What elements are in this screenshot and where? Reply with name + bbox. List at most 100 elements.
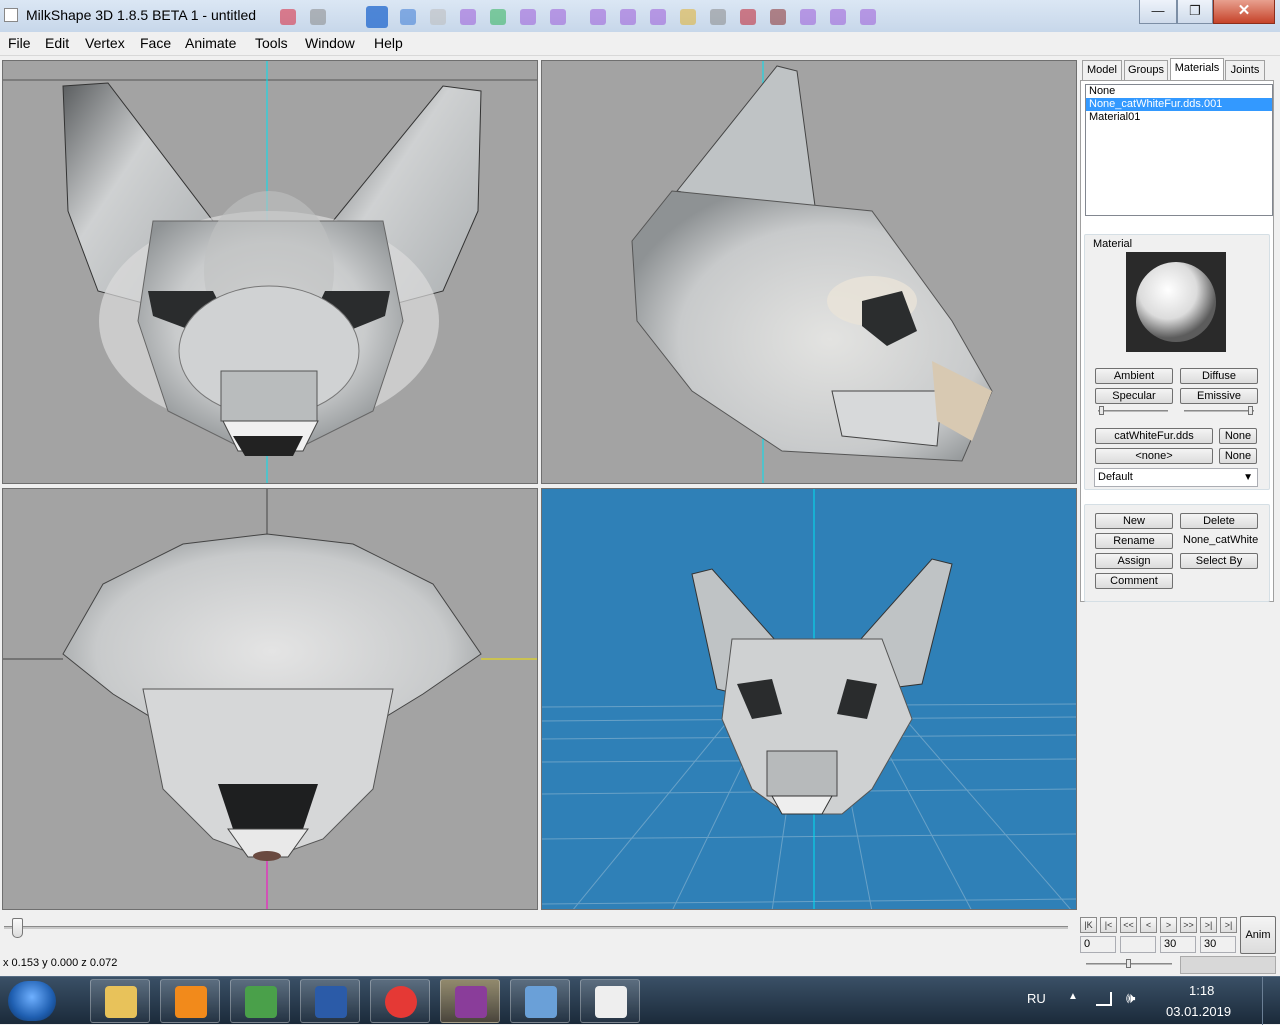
minimize-button[interactable]: — — [1139, 0, 1177, 24]
perspective-view-model — [542, 489, 1076, 909]
menu-vertex[interactable]: Vertex — [84, 35, 126, 51]
menu-animate[interactable]: Animate — [184, 35, 237, 51]
menu-tools[interactable]: Tools — [254, 35, 289, 51]
viewport-top[interactable] — [2, 488, 538, 910]
last-frame-button[interactable]: >| — [1220, 917, 1237, 933]
menu-window[interactable]: Window — [304, 35, 356, 51]
list-item[interactable]: Material01 — [1086, 111, 1272, 124]
rename-material-button[interactable]: Rename — [1095, 533, 1173, 549]
clock-date[interactable]: 03.01.2019 — [1166, 1004, 1231, 1019]
prev-key-button[interactable]: |< — [1100, 917, 1117, 933]
side-view-model — [631, 61, 993, 483]
fast-forward-button[interactable]: >> — [1180, 917, 1197, 933]
material-name-field[interactable]: None_catWhite — [1179, 532, 1259, 549]
taskbar: RU ▲ 🕪 1:18 03.01.2019 — [0, 976, 1280, 1025]
assign-material-button[interactable]: Assign — [1095, 553, 1173, 569]
menu-help[interactable]: Help — [373, 35, 404, 51]
transparency-slider[interactable] — [1184, 410, 1254, 412]
show-desktop-button[interactable] — [1262, 977, 1280, 1025]
background-toolbar-icons — [280, 6, 940, 28]
yandex-browser-taskbar-button[interactable] — [370, 979, 430, 1023]
first-frame-button[interactable]: |K — [1080, 917, 1097, 933]
tray-expand-icon[interactable]: ▲ — [1068, 991, 1078, 1002]
start-button[interactable] — [8, 981, 56, 1021]
menu-bar: File Edit Vertex Face Animate Tools Wind… — [0, 32, 1280, 56]
milkshape-icon — [595, 986, 627, 1018]
texture-button[interactable]: catWhiteFur.dds — [1095, 428, 1213, 444]
title-bar: MilkShape 3D 1.8.5 BETA 1 - untitled — ❐… — [0, 0, 1280, 32]
shininess-slider[interactable] — [1098, 410, 1168, 412]
media-player-taskbar-button[interactable] — [160, 979, 220, 1023]
word-taskbar-button[interactable] — [300, 979, 360, 1023]
frame-end-field[interactable]: 30 — [1200, 936, 1236, 953]
tab-materials[interactable]: Materials — [1170, 58, 1224, 80]
cursor-coordinates: x 0.153 y 0.000 z 0.072 — [3, 957, 118, 969]
menu-edit[interactable]: Edit — [44, 35, 70, 51]
texture-none-button[interactable]: None — [1219, 428, 1257, 444]
alphamap-none-button[interactable]: None — [1219, 448, 1257, 464]
frame-blank-field[interactable] — [1120, 936, 1156, 953]
material-group-label: Material — [1092, 238, 1134, 250]
app-icon — [4, 8, 18, 22]
new-material-button[interactable]: New — [1095, 513, 1173, 529]
timeline — [0, 912, 1076, 952]
diffuse-button[interactable]: Diffuse — [1180, 368, 1258, 384]
alphamap-button[interactable]: <none> — [1095, 448, 1213, 464]
tab-groups[interactable]: Groups — [1124, 60, 1168, 80]
material-preview — [1126, 252, 1226, 352]
speed-slider-thumb[interactable] — [1126, 959, 1131, 968]
frame-start-field[interactable]: 0 — [1080, 936, 1116, 953]
top-view-model — [3, 489, 537, 909]
material-sphere — [1136, 262, 1216, 342]
next-frame-button[interactable]: > — [1160, 917, 1177, 933]
prev-frame-button[interactable]: < — [1140, 917, 1157, 933]
timeline-slider-thumb[interactable] — [12, 918, 23, 938]
winrar-taskbar-button[interactable] — [440, 979, 500, 1023]
ambient-button[interactable]: Ambient — [1095, 368, 1173, 384]
explorer-taskbar-button[interactable] — [90, 979, 150, 1023]
shininess-slider-thumb[interactable] — [1099, 406, 1104, 415]
winrar-icon — [455, 986, 487, 1018]
signal-icon[interactable] — [1096, 992, 1112, 1006]
tab-model[interactable]: Model — [1082, 60, 1122, 80]
specular-button[interactable]: Specular — [1095, 388, 1173, 404]
animation-controls: |K |< << < > >> >| >| 0 30 30 Anim — [1078, 912, 1280, 974]
tab-joints[interactable]: Joints — [1225, 60, 1265, 80]
progress-area — [1180, 956, 1276, 974]
select-by-material-button[interactable]: Select By — [1180, 553, 1258, 569]
folder-icon — [105, 986, 137, 1018]
viewport-3d[interactable] — [541, 488, 1077, 910]
language-indicator[interactable]: RU — [1027, 991, 1046, 1006]
next-key-button[interactable]: >| — [1200, 917, 1217, 933]
emissive-button[interactable]: Emissive — [1180, 388, 1258, 404]
viewport-front[interactable] — [2, 60, 538, 484]
materials-list[interactable]: None None_catWhiteFur.dds.001 Material01 — [1085, 84, 1273, 216]
mode-select[interactable]: Default ▼ — [1094, 468, 1258, 487]
network-taskbar-button[interactable] — [510, 979, 570, 1023]
viewport-side[interactable] — [541, 60, 1077, 484]
materials-panel: Model Groups Materials Joints None None_… — [1080, 58, 1280, 910]
yandex-icon — [385, 986, 417, 1018]
frame-current-field[interactable]: 30 — [1160, 936, 1196, 953]
list-item-selected[interactable]: None_catWhiteFur.dds.001 — [1086, 98, 1272, 111]
delete-material-button[interactable]: Delete — [1180, 513, 1258, 529]
rewind-button[interactable]: << — [1120, 917, 1137, 933]
anim-button[interactable]: Anim — [1240, 916, 1276, 954]
clock-time[interactable]: 1:18 — [1189, 983, 1214, 998]
milkshape-taskbar-button[interactable] — [580, 979, 640, 1023]
monitor-taskbar-button[interactable] — [230, 979, 290, 1023]
menu-file[interactable]: File — [7, 35, 32, 51]
restore-button[interactable]: ❐ — [1177, 0, 1213, 24]
play-icon — [175, 986, 207, 1018]
transparency-slider-thumb[interactable] — [1248, 406, 1253, 415]
status-bar: x 0.153 y 0.000 z 0.072 — [0, 954, 1078, 974]
comment-button[interactable]: Comment — [1095, 573, 1173, 589]
timeline-slider[interactable] — [4, 926, 1068, 929]
menu-face[interactable]: Face — [139, 35, 172, 51]
close-button[interactable]: ✕ — [1213, 0, 1275, 24]
volume-icon[interactable]: 🕪 — [1126, 990, 1135, 1007]
front-view-model — [3, 61, 537, 483]
word-icon — [315, 986, 347, 1018]
network-icon — [525, 986, 557, 1018]
list-item[interactable]: None — [1086, 85, 1272, 98]
